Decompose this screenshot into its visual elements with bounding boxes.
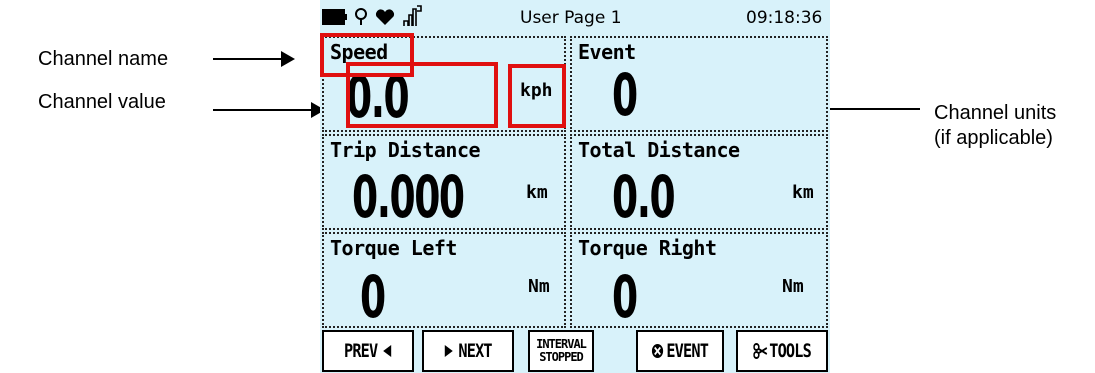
channel-value: 0 [612, 263, 638, 331]
arrow-channel-name [213, 58, 283, 60]
channel-value: 0.000 [352, 163, 465, 231]
tile-total-distance[interactable]: Total Distance 0.0 km [570, 134, 828, 230]
triangle-right-icon [444, 345, 453, 357]
tile-torque-left[interactable]: Torque Left 0 Nm [322, 232, 566, 328]
channel-value: 0 [612, 61, 638, 129]
tile-torque-right[interactable]: Torque Right 0 Nm [570, 232, 828, 328]
device-screen: User Page 1 09:18:36 Speed 0.0 kph Event… [320, 0, 830, 373]
battery-icon [322, 9, 347, 25]
channel-name: Torque Left [330, 236, 457, 260]
signal-icon [403, 5, 422, 26]
arrow-channel-value [213, 109, 313, 111]
interval-button[interactable]: INTERVAL STOPPED [528, 330, 594, 372]
interval-status: STOPPED [539, 350, 584, 364]
annotation-channel-units-note: (if applicable) [934, 127, 1053, 149]
clock-time: 09:18:36 [746, 8, 823, 28]
annotation-channel-value: Channel value [38, 91, 166, 113]
channel-unit: kph [520, 80, 553, 101]
channel-name: Speed [330, 40, 388, 64]
channel-value: 0.0 [346, 63, 410, 131]
channel-value: 0.0 [612, 163, 676, 231]
tile-trip-distance[interactable]: Trip Distance 0.000 km [322, 134, 566, 230]
channel-unit: Nm [528, 276, 550, 297]
location-pin-icon [355, 8, 367, 25]
next-button[interactable]: NEXT [422, 330, 514, 372]
tools-button[interactable]: TOOLS [736, 330, 828, 372]
channel-name: Total Distance [578, 138, 740, 162]
arrowhead-channel-name [281, 51, 295, 67]
channel-unit: km [526, 182, 548, 203]
tile-event[interactable]: Event 0 [570, 36, 828, 132]
event-icon [652, 344, 664, 358]
triangle-left-icon [383, 345, 392, 357]
annotation-channel-units: Channel units [934, 102, 1057, 124]
page-title: User Page 1 [520, 8, 622, 28]
event-button[interactable]: EVENT [636, 330, 724, 372]
prev-label: PREV [344, 340, 378, 362]
tools-label: TOOLS [769, 340, 812, 362]
heart-icon [375, 9, 395, 25]
channel-name: Torque Right [578, 236, 717, 260]
status-bar: User Page 1 09:18:36 [320, 0, 830, 34]
annotation-channel-name: Channel name [38, 48, 169, 70]
channel-name: Trip Distance [330, 138, 481, 162]
channel-value: 0 [360, 263, 386, 331]
prev-button[interactable]: PREV [322, 330, 414, 372]
next-label: NEXT [458, 340, 492, 362]
channel-unit: km [792, 182, 814, 203]
event-label: EVENT [666, 340, 710, 362]
scissors-icon [753, 343, 768, 359]
channel-unit: Nm [782, 276, 804, 297]
tile-speed[interactable]: Speed 0.0 kph [322, 36, 566, 132]
